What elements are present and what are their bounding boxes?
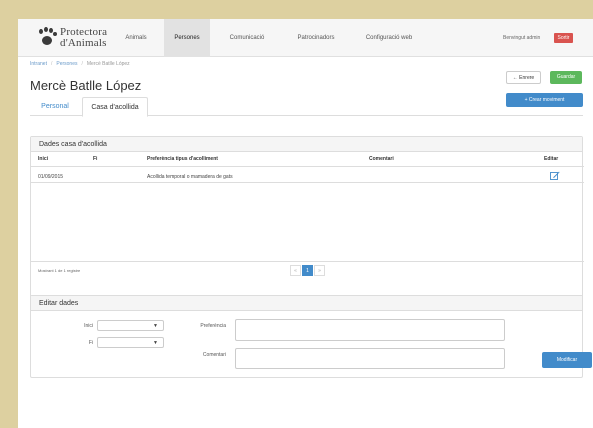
- tab-personal[interactable]: Personal: [30, 97, 80, 116]
- inici-select[interactable]: ▼: [97, 320, 164, 331]
- back-button[interactable]: ← Enrere: [506, 71, 541, 84]
- edit-icon[interactable]: [550, 171, 560, 180]
- breadcrumb: Intranet / Persones / Mercè Batlle López: [30, 61, 130, 67]
- breadcrumb-persones[interactable]: Persones: [56, 61, 77, 67]
- column-header-inici[interactable]: Inici: [38, 156, 48, 162]
- table-row-divider: [31, 182, 584, 183]
- panel-title: Dades casa d'acollida: [31, 137, 582, 152]
- table-footer-divider: [31, 261, 584, 262]
- fi-label: Fi: [88, 340, 93, 346]
- comentari-label: Comentari: [202, 352, 226, 358]
- nav-item-configuracio-web[interactable]: Configuració web: [354, 19, 424, 57]
- cell-inici: 01/09/2015: [38, 174, 64, 180]
- save-button[interactable]: Guardar: [550, 71, 582, 84]
- paw-icon: [38, 27, 58, 47]
- foster-home-panel: Dades casa d'acollida Inici Fi Preferènc…: [30, 136, 584, 298]
- pagination-next-button[interactable]: »: [314, 265, 325, 276]
- brand-logo[interactable]: Protectora d'Animals: [38, 27, 114, 51]
- table-header-divider: [31, 166, 584, 167]
- fi-select[interactable]: ▼: [97, 337, 164, 348]
- table-info: Mostrant 1 de 1 registre: [38, 268, 81, 273]
- caret-down-icon: ▼: [153, 323, 158, 329]
- logout-button[interactable]: Sortir: [554, 33, 573, 43]
- page-title: Mercè Batlle López: [30, 78, 142, 93]
- caret-down-icon: ▼: [153, 340, 158, 346]
- breadcrumb-intranet[interactable]: Intranet: [30, 61, 47, 67]
- breadcrumb-current: Mercè Batlle López: [86, 61, 130, 67]
- top-navbar: Protectora d'Animals Animals Persones Co…: [18, 19, 593, 57]
- tabs: Personal Casa d'acollida: [30, 97, 583, 117]
- nav-item-animals[interactable]: Animals: [118, 19, 154, 57]
- brand-line-2: d'Animals: [60, 37, 107, 49]
- welcome-text: Benvingut admin: [503, 35, 541, 41]
- nav-item-patrocinadors[interactable]: Patrocinadors: [285, 19, 347, 57]
- column-header-comentari[interactable]: Comentari: [369, 156, 394, 162]
- nav-item-comunicacio[interactable]: Comunicació: [219, 19, 275, 57]
- nav-item-persones[interactable]: Persones: [164, 19, 210, 57]
- column-header-fi[interactable]: Fi: [93, 156, 97, 162]
- app-window: Protectora d'Animals Animals Persones Co…: [18, 19, 593, 428]
- column-header-editar: Editar: [544, 156, 559, 162]
- pagination-prev-button[interactable]: «: [290, 265, 301, 276]
- edit-data-panel: Editar dades Inici ▼ Fi ▼ Preferència Co…: [30, 295, 592, 378]
- preferencia-field[interactable]: [235, 319, 505, 341]
- panel-title: Editar dades: [31, 296, 582, 311]
- cell-preferencia: Acollida temporal o mamadera de gats: [147, 174, 233, 180]
- brand-name: Protectora d'Animals: [60, 27, 107, 49]
- preferencia-label: Preferència: [200, 323, 226, 329]
- inici-label: Inici: [84, 323, 93, 329]
- tab-casa-acollida[interactable]: Casa d'acollida: [82, 97, 148, 117]
- modify-button[interactable]: Modificar: [542, 352, 592, 368]
- comentari-field[interactable]: [235, 348, 505, 369]
- column-header-preferencia[interactable]: Preferència tipus d'acolliment: [147, 156, 218, 162]
- pagination-page-1[interactable]: 1: [302, 265, 313, 276]
